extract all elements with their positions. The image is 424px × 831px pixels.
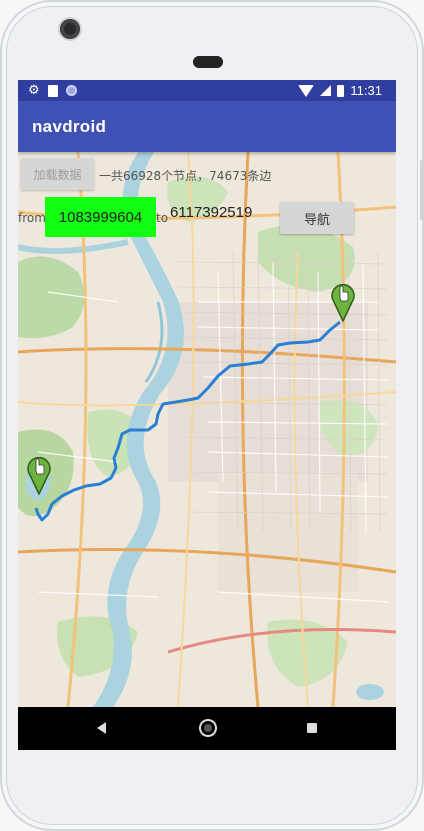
map-view[interactable]: 加载数据 一共66928个节点，74673条边 from 1083999604 … xyxy=(18,152,396,707)
sd-card-icon xyxy=(47,84,58,97)
earpiece-speaker xyxy=(193,56,223,68)
side-button xyxy=(420,160,424,220)
graph-summary-text: 一共66928个节点，74673条边 xyxy=(99,169,272,183)
from-label: from xyxy=(18,211,46,225)
battery-icon xyxy=(337,84,345,97)
recents-icon[interactable] xyxy=(307,723,317,733)
home-icon[interactable] xyxy=(199,719,217,737)
screen: ⚙ 11:31 navdroid 加载数据 一共66928个节点，74673条边… xyxy=(18,80,396,750)
to-node-input[interactable]: 6117392519 xyxy=(170,204,252,221)
to-label: to xyxy=(156,211,169,225)
signal-icon xyxy=(320,85,332,96)
from-node-input[interactable]: 1083999604 xyxy=(45,197,156,237)
wifi-icon xyxy=(298,84,315,97)
app-title: navdroid xyxy=(32,116,107,136)
status-time: 11:31 xyxy=(350,83,382,98)
sync-icon xyxy=(65,85,77,96)
navigate-button[interactable]: 导航 xyxy=(280,202,354,234)
system-nav-bar xyxy=(18,707,396,750)
load-data-button[interactable]: 加载数据 xyxy=(21,158,94,190)
status-bar: ⚙ 11:31 xyxy=(18,80,396,101)
gear-icon: ⚙ xyxy=(28,83,40,98)
back-icon[interactable] xyxy=(97,722,106,734)
front-camera xyxy=(60,19,80,39)
app-bar: navdroid xyxy=(18,101,396,152)
